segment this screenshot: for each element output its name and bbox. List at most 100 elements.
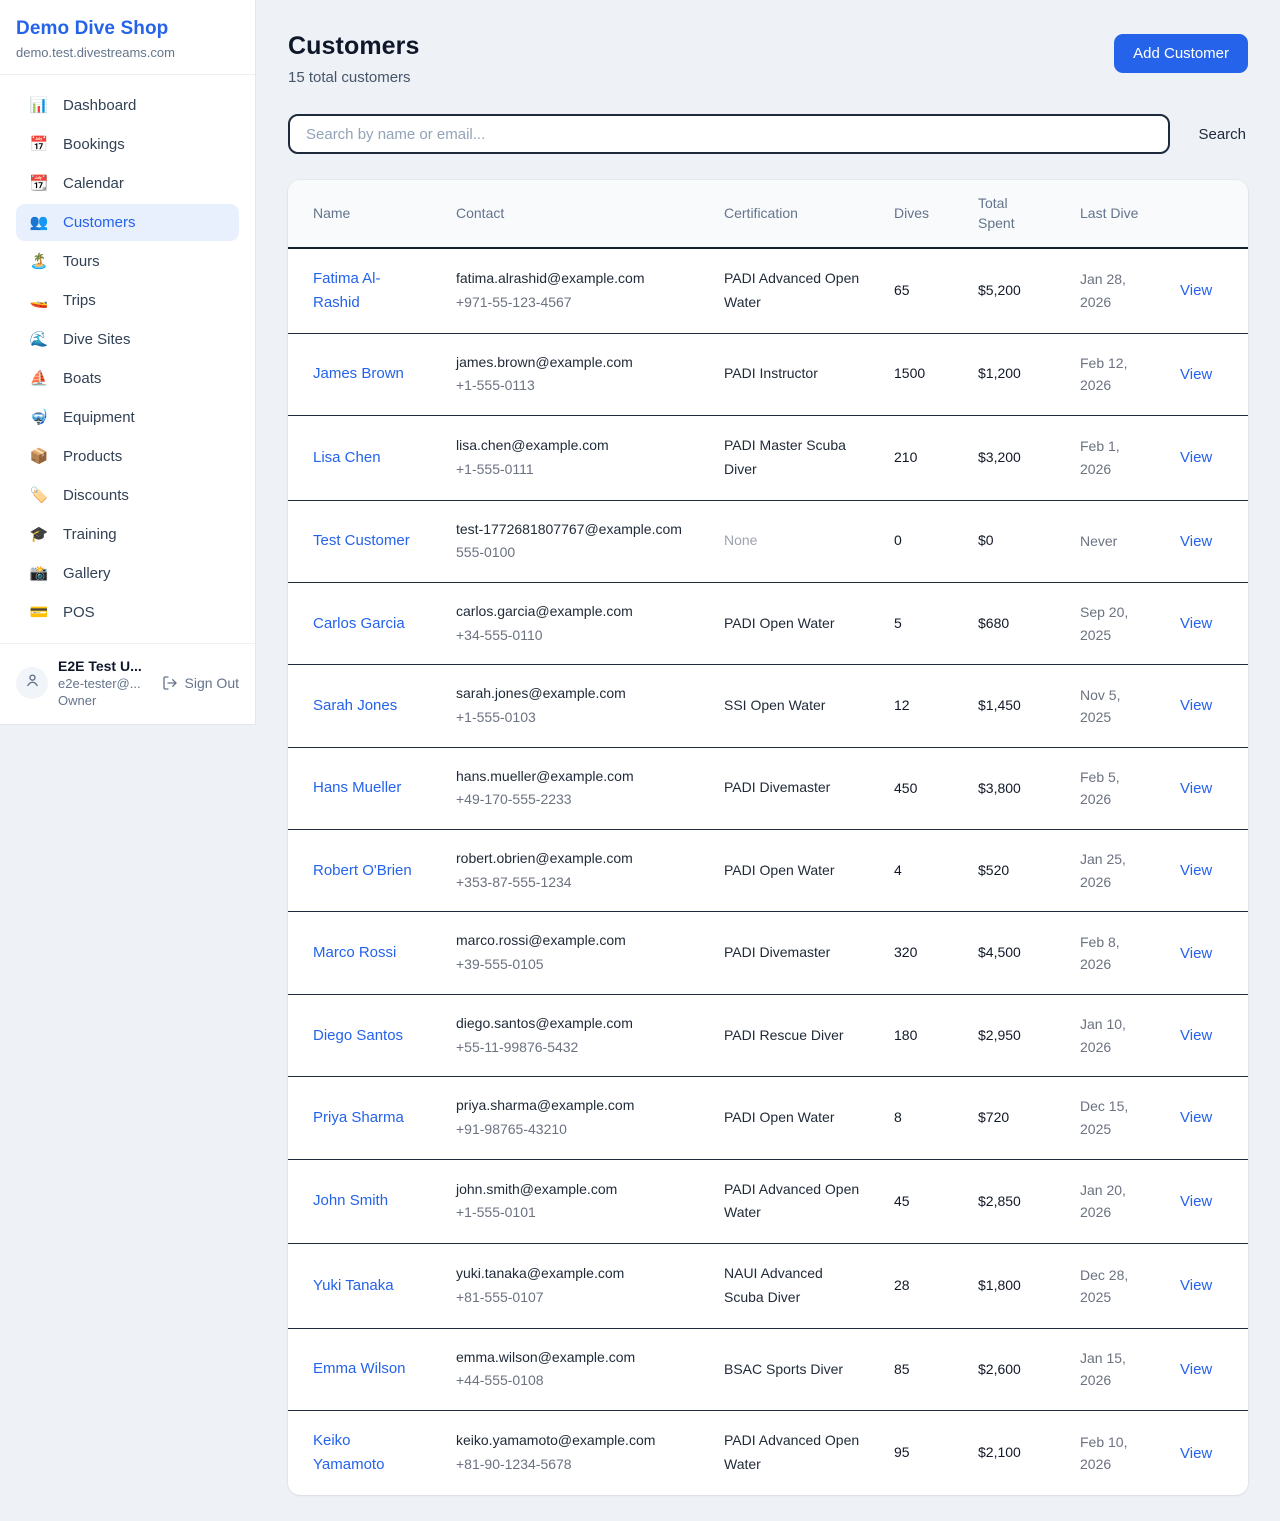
customer-name-link[interactable]: Test Customer xyxy=(313,529,410,553)
cell-action: View xyxy=(1164,248,1248,334)
customer-name-link[interactable]: Hans Mueller xyxy=(313,776,401,800)
cell-certification: NAUI Advanced Scuba Diver xyxy=(708,1244,878,1329)
table-row: Robert O'Brien robert.obrien@example.com… xyxy=(288,830,1248,912)
sidebar-item-equipment[interactable]: 🤿 Equipment xyxy=(16,399,239,436)
cell-contact: lisa.chen@example.com +1-555-0111 xyxy=(440,415,708,500)
customer-email: marco.rossi@example.com xyxy=(456,930,692,952)
customer-name-link[interactable]: Yuki Tanaka xyxy=(313,1274,394,1298)
customer-phone: +81-90-1234-5678 xyxy=(456,1454,692,1476)
cell-last-dive: Never xyxy=(1064,500,1164,582)
sidebar-item-label: Equipment xyxy=(63,409,135,426)
sidebar-item-calendar[interactable]: 📆 Calendar xyxy=(16,165,239,202)
sidebar-item-discounts[interactable]: 🏷️ Discounts xyxy=(16,477,239,514)
sidebar-item-boats[interactable]: ⛵ Boats xyxy=(16,360,239,397)
sidebar-item-bookings[interactable]: 📅 Bookings xyxy=(16,126,239,163)
table-row: Priya Sharma priya.sharma@example.com +9… xyxy=(288,1077,1248,1159)
cell-dives: 85 xyxy=(878,1328,962,1410)
view-customer-link[interactable]: View xyxy=(1180,1027,1212,1044)
sidebar-item-dashboard[interactable]: 📊 Dashboard xyxy=(16,87,239,124)
customer-name-link[interactable]: Robert O'Brien xyxy=(313,859,412,883)
view-customer-link[interactable]: View xyxy=(1180,1193,1212,1210)
sidebar-item-trips[interactable]: 🚤 Trips xyxy=(16,282,239,319)
cell-name: Marco Rossi xyxy=(288,912,440,994)
customer-certification: PADI Advanced Open Water xyxy=(724,267,862,315)
customer-name-link[interactable]: John Smith xyxy=(313,1189,388,1213)
customer-name-link[interactable]: Emma Wilson xyxy=(313,1357,406,1381)
cell-name: James Brown xyxy=(288,333,440,415)
customer-phone: +44-555-0108 xyxy=(456,1370,692,1392)
sidebar-footer: E2E Test U... e2e-tester@... Owner Sign … xyxy=(0,643,255,724)
calendar-icon: 📆 xyxy=(28,176,50,191)
cell-action: View xyxy=(1164,582,1248,664)
page-header: Customers 15 total customers Add Custome… xyxy=(288,32,1248,86)
view-customer-link[interactable]: View xyxy=(1180,1277,1212,1294)
view-customer-link[interactable]: View xyxy=(1180,282,1212,299)
customer-name-link[interactable]: Diego Santos xyxy=(313,1024,403,1048)
customer-name-link[interactable]: Fatima Al-Rashid xyxy=(313,267,424,315)
cell-dives: 5 xyxy=(878,582,962,664)
column-header-contact: Contact xyxy=(440,180,708,248)
sidebar-item-gallery[interactable]: 📸 Gallery xyxy=(16,555,239,592)
cell-certification: PADI Rescue Diver xyxy=(708,994,878,1076)
search-row: Search xyxy=(288,114,1248,154)
sidebar-item-label: Training xyxy=(63,526,117,543)
sidebar-item-label: Dashboard xyxy=(63,97,136,114)
customer-name-link[interactable]: Keiko Yamamoto xyxy=(313,1429,424,1477)
view-customer-link[interactable]: View xyxy=(1180,697,1212,714)
customer-certification: PADI Rescue Diver xyxy=(724,1024,862,1048)
view-customer-link[interactable]: View xyxy=(1180,1109,1212,1126)
sidebar-item-customers[interactable]: 👥 Customers xyxy=(16,204,239,241)
cell-action: View xyxy=(1164,1411,1248,1496)
sidebar-item-label: Tours xyxy=(63,253,100,270)
sign-out-button[interactable]: Sign Out xyxy=(162,675,239,691)
cell-action: View xyxy=(1164,415,1248,500)
customer-count: 15 total customers xyxy=(288,69,420,86)
sidebar-item-products[interactable]: 📦 Products xyxy=(16,438,239,475)
user-role: Owner xyxy=(58,693,152,708)
customer-email: robert.obrien@example.com xyxy=(456,848,692,870)
sidebar-item-training[interactable]: 🎓 Training xyxy=(16,516,239,553)
view-customer-link[interactable]: View xyxy=(1180,366,1212,383)
view-customer-link[interactable]: View xyxy=(1180,533,1212,550)
customer-name-link[interactable]: Carlos Garcia xyxy=(313,612,405,636)
view-customer-link[interactable]: View xyxy=(1180,1445,1212,1462)
customer-name-link[interactable]: James Brown xyxy=(313,362,404,386)
training-icon: 🎓 xyxy=(28,527,50,542)
cell-action: View xyxy=(1164,665,1248,747)
cell-certification: PADI Instructor xyxy=(708,333,878,415)
cell-name: Robert O'Brien xyxy=(288,830,440,912)
view-customer-link[interactable]: View xyxy=(1180,449,1212,466)
view-customer-link[interactable]: View xyxy=(1180,1361,1212,1378)
cell-certification: PADI Master Scuba Diver xyxy=(708,415,878,500)
view-customer-link[interactable]: View xyxy=(1180,945,1212,962)
customer-name-link[interactable]: Priya Sharma xyxy=(313,1106,404,1130)
view-customer-link[interactable]: View xyxy=(1180,862,1212,879)
sidebar-item-pos[interactable]: 💳 POS xyxy=(16,594,239,631)
tours-icon: 🏝️ xyxy=(28,254,50,269)
search-input[interactable] xyxy=(288,114,1170,154)
customer-name-link[interactable]: Sarah Jones xyxy=(313,694,397,718)
cell-dives: 65 xyxy=(878,248,962,334)
cell-action: View xyxy=(1164,1159,1248,1244)
sidebar-item-dive-sites[interactable]: 🌊 Dive Sites xyxy=(16,321,239,358)
cell-certification: PADI Divemaster xyxy=(708,912,878,994)
view-customer-link[interactable]: View xyxy=(1180,615,1212,632)
last-dive-date: Feb 5, 2026 xyxy=(1080,766,1148,811)
search-button[interactable]: Search xyxy=(1196,118,1248,151)
cell-dives: 210 xyxy=(878,415,962,500)
user-info: E2E Test U... e2e-tester@... Owner xyxy=(58,658,152,708)
page-title: Customers xyxy=(288,32,420,61)
add-customer-button[interactable]: Add Customer xyxy=(1114,34,1248,73)
customer-email: yuki.tanaka@example.com xyxy=(456,1263,692,1285)
customer-name-link[interactable]: Marco Rossi xyxy=(313,941,396,965)
last-dive-date: Jan 25, 2026 xyxy=(1080,848,1148,893)
cell-name: John Smith xyxy=(288,1159,440,1244)
view-customer-link[interactable]: View xyxy=(1180,780,1212,797)
sidebar-item-label: POS xyxy=(63,604,95,621)
sidebar-item-tours[interactable]: 🏝️ Tours xyxy=(16,243,239,280)
cell-total-spent: $3,800 xyxy=(962,747,1064,829)
customer-name-link[interactable]: Lisa Chen xyxy=(313,446,381,470)
cell-name: Fatima Al-Rashid xyxy=(288,248,440,334)
cell-contact: fatima.alrashid@example.com +971-55-123-… xyxy=(440,248,708,334)
cell-contact: john.smith@example.com +1-555-0101 xyxy=(440,1159,708,1244)
